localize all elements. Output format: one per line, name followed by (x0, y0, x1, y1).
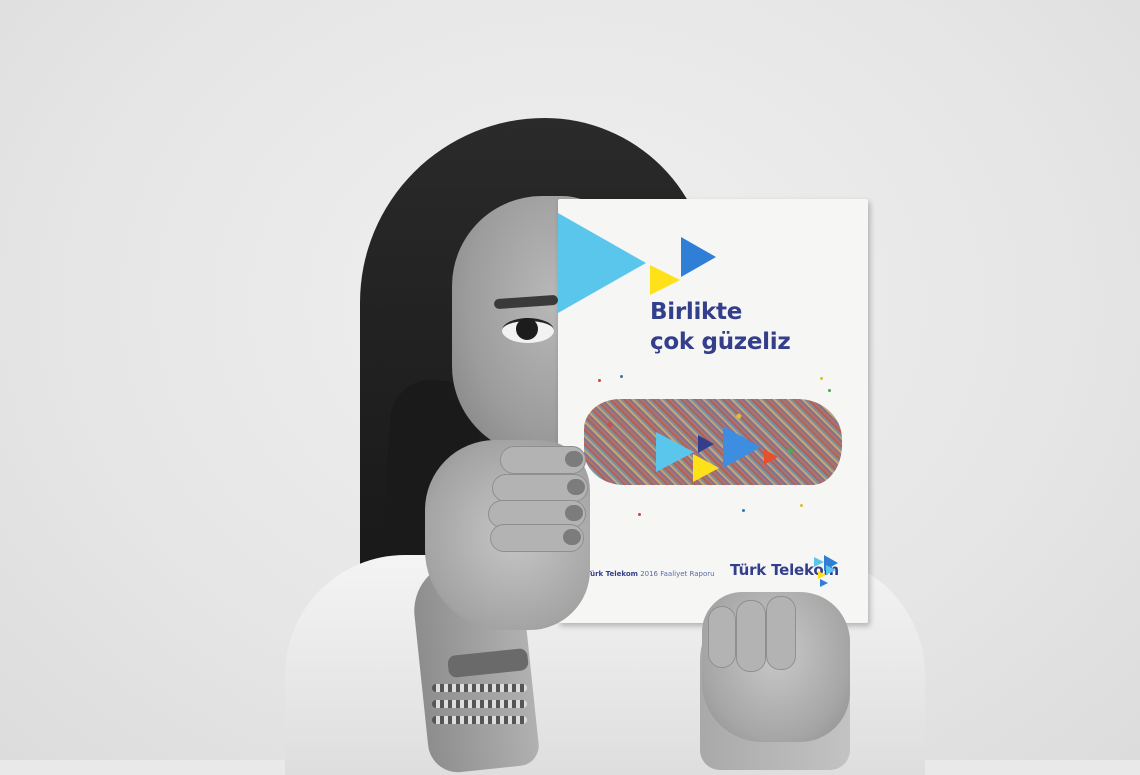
crowd-dot (800, 504, 803, 507)
bracelet (432, 684, 527, 692)
footer-brand: Türk Telekom (586, 570, 638, 578)
cover-headline: Birlikte çok güzeliz (650, 297, 791, 357)
annual-report-booklet: Birlikte çok güzeliz Türk Telekom 2016 F… (558, 199, 868, 623)
crowd-dot (820, 377, 823, 380)
crowd-triangle-light-blue (656, 432, 694, 472)
finger (766, 596, 796, 670)
cover-triangle-blue (681, 237, 716, 277)
finger (708, 606, 736, 668)
crowd-dot (742, 509, 745, 512)
bracelet (432, 716, 527, 724)
finger (490, 524, 584, 552)
headline-line-2: çok güzeliz (650, 329, 791, 355)
footer-year: 2016 (640, 570, 659, 578)
footer-report: Faaliyet Raporu (660, 570, 715, 578)
crowd-triangle-orange (764, 449, 778, 465)
crowd-dot (620, 375, 623, 378)
finger (492, 474, 588, 502)
cover-triangle-light-blue (558, 213, 646, 313)
crowd-dot (638, 513, 641, 516)
finger (736, 600, 766, 672)
crowd-triangle-navy (698, 435, 714, 453)
bracelet (432, 700, 527, 708)
crowd-dot (828, 389, 831, 392)
iris (516, 318, 538, 340)
headline-line-1: Birlikte (650, 299, 743, 325)
report-footer-label: Türk Telekom 2016 Faaliyet Raporu (586, 570, 715, 578)
finger (500, 446, 586, 474)
crowd-triangle-blue (723, 426, 761, 468)
photo-scene: Birlikte çok güzeliz Türk Telekom 2016 F… (0, 0, 1140, 775)
turk-telekom-logo-icon (814, 555, 838, 587)
cover-triangle-yellow (650, 265, 680, 295)
crowd-triangle-yellow (693, 454, 719, 482)
crowd-dot (598, 379, 601, 382)
